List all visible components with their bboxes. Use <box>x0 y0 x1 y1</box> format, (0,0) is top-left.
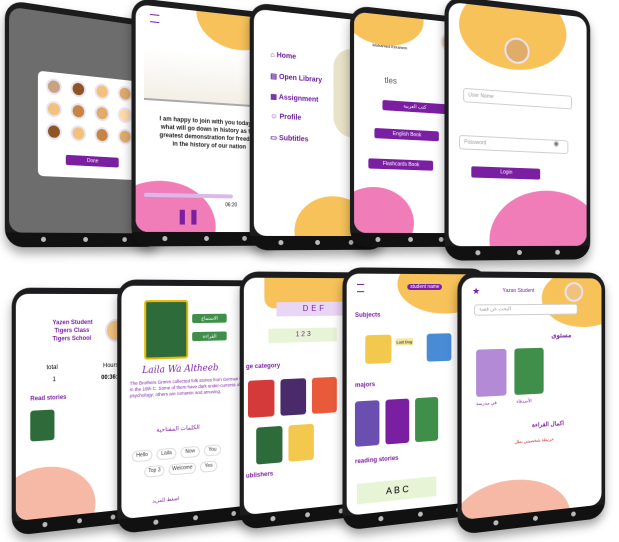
class-name: Tigers Class <box>54 327 90 335</box>
major-book[interactable] <box>415 396 439 443</box>
category-book[interactable] <box>256 425 283 465</box>
avatar-grid <box>38 71 144 145</box>
login-button[interactable]: Login <box>471 166 541 180</box>
total-value: 1 <box>52 376 56 384</box>
level-book[interactable] <box>514 347 544 396</box>
phone-login: User Name Password ◉ Login <box>444 0 591 261</box>
major-book[interactable] <box>354 400 380 447</box>
level-book[interactable] <box>476 348 507 397</box>
keyword-chip[interactable]: Hello <box>131 449 153 463</box>
nav-bar <box>444 245 591 261</box>
banner-123: 1 2 3 <box>268 327 337 344</box>
avatar-option[interactable] <box>94 104 110 122</box>
menu-item-label: Open Library <box>278 73 323 85</box>
school-name: Tigers School <box>52 335 92 343</box>
menu-item-assignment[interactable]: ▦ Assignment <box>270 92 318 103</box>
keyword-chip[interactable]: Now <box>180 445 200 459</box>
menu-item-open-library[interactable]: ▤ Open Library <box>270 72 322 84</box>
completion-item[interactable]: خريطة شخصيتي بطل <box>514 437 553 446</box>
done-button[interactable]: Done <box>65 154 119 168</box>
avatar <box>564 282 584 302</box>
reading-stories-heading: reading stories <box>354 455 399 466</box>
avatar-option[interactable] <box>94 82 110 101</box>
star-icon: ★ <box>471 285 481 297</box>
avatar-modal: Done <box>37 70 144 181</box>
menu-item-label: Subtitles <box>278 134 309 144</box>
major-book[interactable] <box>385 398 410 445</box>
menu-item-profile[interactable]: ☺ Profile <box>270 113 301 122</box>
book-label: في مدرسة <box>476 399 497 407</box>
avatar-option[interactable] <box>117 106 133 124</box>
banner-def: DEF <box>276 301 352 317</box>
subject-title: Lost Dog <box>395 338 414 346</box>
keyword-chip[interactable]: You <box>203 444 222 457</box>
keyword-chip[interactable]: Top 3 <box>144 464 165 478</box>
abc-banner: A B C <box>357 476 437 505</box>
menu-item-home[interactable]: ⌂ Home <box>270 51 296 60</box>
pause-icon[interactable]: ❚❚ <box>176 208 199 225</box>
majors-heading: majors <box>354 381 376 390</box>
read-stories-heading: Read stories <box>30 394 67 403</box>
subjects-heading: Subjects <box>354 312 381 319</box>
user-name: student name <box>407 283 443 291</box>
username-field[interactable]: User Name <box>463 87 572 110</box>
decor-blob <box>15 462 96 522</box>
category-book[interactable] <box>288 423 314 462</box>
menu-icon[interactable] <box>357 283 365 293</box>
keyword-chip[interactable]: Welcome <box>168 462 197 476</box>
search-input[interactable]: البحث عن قصة <box>474 303 578 316</box>
subject-book[interactable] <box>365 334 392 364</box>
avatar-option[interactable] <box>117 128 133 145</box>
avatar-option[interactable] <box>45 100 62 118</box>
keyword-chip[interactable]: Yes <box>199 460 218 473</box>
decor-blob <box>489 189 587 247</box>
keywords-heading: الكلمات المفتاحية <box>156 424 200 434</box>
student-name: Yazen Student <box>52 319 93 327</box>
password-field[interactable]: Password <box>459 134 569 155</box>
read-button[interactable]: القراءة <box>192 331 227 342</box>
avatar-option[interactable] <box>70 124 87 142</box>
menu-item-subtitles[interactable]: ▭ Subtitles <box>270 133 308 143</box>
story-title: Laila Wa Altheeb <box>142 363 219 377</box>
category-book[interactable] <box>247 379 275 418</box>
avatar-option[interactable] <box>94 126 110 144</box>
page-title: tles <box>384 75 397 86</box>
subject-book[interactable] <box>426 333 452 362</box>
avatar-option[interactable] <box>70 80 87 98</box>
category-heading: ge category <box>245 363 281 371</box>
footer-link[interactable]: اضغط للمزيد <box>152 496 179 505</box>
avatar-option[interactable] <box>45 77 62 96</box>
avatar-option[interactable] <box>70 102 87 120</box>
menu-item-label: Profile <box>279 113 302 122</box>
level-heading: مستوى <box>551 332 572 340</box>
total-label: total <box>46 364 58 372</box>
flashcards-book-button[interactable]: Flashcards Book <box>368 158 434 171</box>
completion-heading: اكمال القراءة <box>532 421 564 430</box>
login-screen: User Name Password ◉ Login <box>448 1 587 247</box>
category-book[interactable] <box>311 376 337 414</box>
user-name: Yazan Student <box>502 287 535 295</box>
arabic-books-button[interactable]: كتب العربية <box>382 99 447 115</box>
avatar-option[interactable] <box>45 122 62 141</box>
menu-icon[interactable] <box>150 13 160 24</box>
story-text: I am happy to join with you today in wha… <box>159 116 258 151</box>
listen-button[interactable]: الاستماع <box>192 313 227 324</box>
eye-icon[interactable]: ◉ <box>553 140 559 148</box>
level-screen: ★ Yazan Student البحث عن قصة مستوى في مد… <box>461 277 602 520</box>
avatar-option[interactable] <box>117 85 133 103</box>
publishers-heading: ublishers <box>245 471 274 480</box>
keyword-chip[interactable]: Laila <box>156 447 177 461</box>
book-label: الأصدقاء <box>516 398 532 404</box>
menu-item-label: Home <box>276 52 297 61</box>
time-end: 06:20 <box>225 202 238 209</box>
english-book-button[interactable]: English Book <box>374 127 439 142</box>
decor-blob <box>354 186 414 234</box>
menu-item-label: Assignment <box>278 94 319 104</box>
story-thumbnail[interactable] <box>30 409 55 442</box>
hours-label: Hours <box>103 362 119 370</box>
category-book[interactable] <box>280 378 307 416</box>
story-cover <box>144 300 189 360</box>
phone-reading-level: ★ Yazan Student البحث عن قصة مستوى في مد… <box>457 271 606 535</box>
